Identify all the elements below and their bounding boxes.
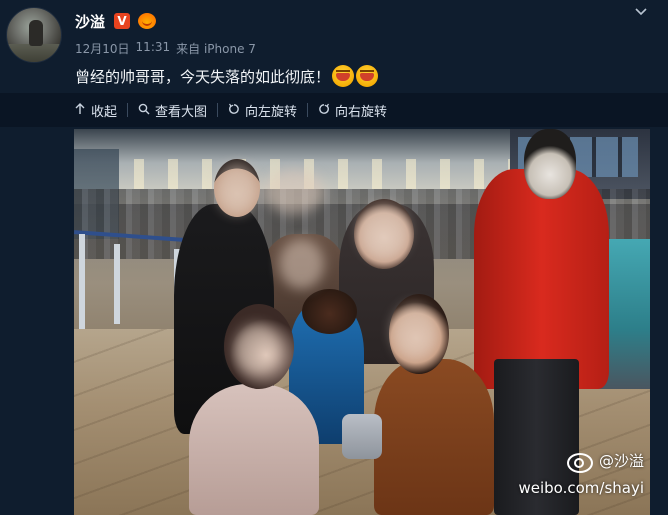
user-avatar[interactable] bbox=[6, 7, 62, 63]
collapse-label: 收起 bbox=[91, 104, 118, 120]
post-photo[interactable]: @沙溢 weibo.com/shayi bbox=[74, 129, 650, 515]
face-blur bbox=[392, 304, 437, 359]
rotate-left-label: 向左旋转 bbox=[245, 104, 298, 120]
view-large-button[interactable]: 查看大图 bbox=[138, 100, 207, 120]
photo-person bbox=[474, 169, 609, 389]
photo-pole bbox=[114, 244, 120, 324]
photo-person-head bbox=[302, 289, 357, 334]
weibo-logo-icon bbox=[565, 449, 595, 473]
search-icon bbox=[138, 103, 150, 118]
user-row: 沙溢 V bbox=[75, 11, 157, 32]
toolbar-divider bbox=[217, 103, 219, 117]
rotate-right-label: 向右旋转 bbox=[335, 104, 388, 120]
chevron-down-icon[interactable] bbox=[634, 5, 648, 19]
collapse-button[interactable]: 收起 bbox=[74, 100, 117, 120]
face-blur bbox=[279, 239, 324, 289]
photo-watermark: @沙溢 weibo.com/shayi bbox=[514, 449, 644, 509]
avatar-figure bbox=[29, 20, 43, 46]
avatar-ground bbox=[7, 44, 61, 62]
face-blur bbox=[217, 164, 257, 214]
toolbar-divider bbox=[307, 103, 309, 117]
laughing-emoji-icon bbox=[356, 65, 379, 87]
weibo-post: 沙溢 V 12月10日 11:31 来自 iPhone 7 曾经的帅哥哥，今天失… bbox=[0, 0, 668, 515]
rotate-left-button[interactable]: 向左旋转 bbox=[228, 100, 297, 120]
face-blur bbox=[234, 324, 279, 374]
laughing-emoji-icon bbox=[332, 65, 355, 87]
post-text: 曾经的帅哥哥，今天失落的如此彻底！ bbox=[75, 67, 331, 86]
photo-bag bbox=[342, 414, 382, 459]
photo-person bbox=[374, 359, 494, 515]
toolbar-divider bbox=[127, 103, 129, 117]
post-time[interactable]: 11:31 bbox=[136, 40, 171, 57]
watermark-handle: @沙溢 bbox=[598, 451, 644, 470]
rotate-left-icon bbox=[228, 103, 240, 118]
post-source: 来自 iPhone 7 bbox=[176, 42, 256, 56]
rotate-right-icon bbox=[318, 103, 330, 118]
face-blur bbox=[359, 204, 409, 259]
watermark-url: weibo.com/shayi bbox=[518, 479, 644, 497]
face-blur bbox=[264, 169, 324, 214]
view-large-label: 查看大图 bbox=[155, 104, 208, 120]
post-meta: 12月10日 11:31 来自 iPhone 7 bbox=[75, 40, 256, 57]
photo-pole bbox=[79, 234, 85, 329]
collapse-arrow-icon bbox=[74, 102, 86, 118]
rotate-right-button[interactable]: 向右旋转 bbox=[318, 100, 387, 120]
username[interactable]: 沙溢 bbox=[75, 11, 105, 32]
photo-person-head bbox=[524, 129, 576, 199]
post-content: 曾经的帅哥哥，今天失落的如此彻底！ bbox=[75, 65, 379, 87]
crown-badge-icon bbox=[138, 13, 157, 29]
image-toolbar: 收起 查看大图 向左旋转 向右旋转 bbox=[0, 93, 668, 127]
post-date[interactable]: 12月10日 bbox=[75, 40, 130, 57]
vip-badge-icon: V bbox=[114, 13, 131, 29]
photo-person bbox=[189, 384, 319, 515]
